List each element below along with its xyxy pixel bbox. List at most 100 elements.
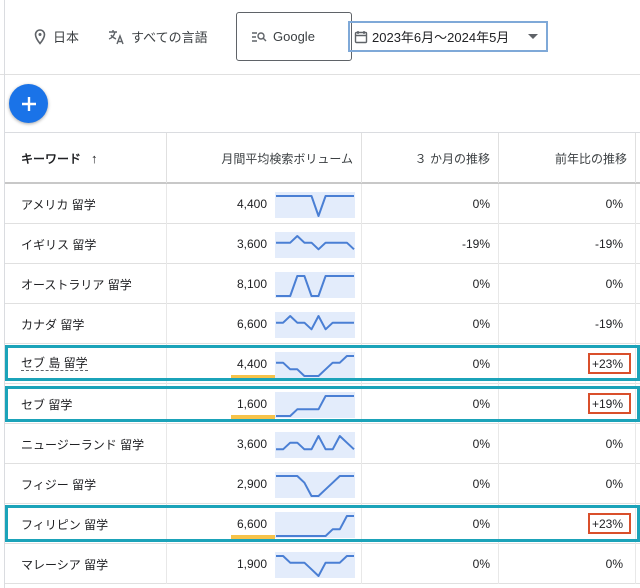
table-row[interactable]: カナダ 留学 6,600 0% -19%: [5, 304, 640, 344]
trend-sparkline: [275, 192, 355, 218]
yoy-value: -19%: [594, 317, 623, 331]
keyword-text: オーストラリア 留学: [21, 277, 132, 292]
keyword-cell[interactable]: カナダ 留学: [21, 304, 84, 344]
column-divider: [361, 184, 362, 224]
table-row[interactable]: イギリス 留学 3,600 -19% -19%: [5, 224, 640, 264]
three-month-cell: 0%: [472, 317, 490, 331]
keyword-cell[interactable]: アメリカ 留学: [21, 184, 96, 224]
column-divider: [361, 224, 362, 264]
column-divider: [361, 424, 362, 464]
column-divider: [635, 264, 636, 304]
keyword-text: アメリカ 留学: [21, 197, 96, 212]
column-divider: [498, 224, 499, 264]
highlight-box-philippines: [5, 505, 640, 542]
column-divider: [166, 184, 167, 224]
column-divider: [498, 133, 499, 183]
yoy-cell: -19%: [505, 224, 627, 264]
keyword-cell[interactable]: フィジー 留学: [21, 464, 96, 504]
column-divider: [361, 133, 362, 183]
yoy-value: 0%: [605, 557, 623, 571]
column-divider: [498, 184, 499, 224]
volume-cell: 8,100: [236, 277, 267, 291]
network-selector[interactable]: Google: [236, 12, 352, 61]
keyword-cell[interactable]: イギリス 留学: [21, 224, 96, 264]
sort-ascending-icon[interactable]: ↑: [91, 151, 98, 166]
three-month-cell: 0%: [472, 557, 490, 571]
sparkline-background: [275, 552, 355, 578]
location-filter[interactable]: 日本: [33, 27, 79, 46]
keyword-cell[interactable]: オーストラリア 留学: [21, 264, 132, 304]
table-row[interactable]: フィジー 留学 2,900 0% 0%: [5, 464, 640, 504]
column-divider: [498, 464, 499, 504]
yoy-cell: 0%: [505, 264, 627, 304]
table-row[interactable]: マレーシア 留学 1,900 0% 0%: [5, 544, 640, 584]
plus-icon: [21, 96, 36, 111]
keyword-cell[interactable]: ニュージーランド 留学: [21, 424, 144, 464]
location-label: 日本: [53, 30, 80, 45]
three-month-cell: -19%: [461, 237, 490, 251]
column-divider: [166, 544, 167, 584]
column-divider: [498, 304, 499, 344]
trend-sparkline: [275, 232, 355, 258]
column-divider: [635, 304, 636, 344]
column-divider: [166, 133, 167, 183]
language-filter[interactable]: すべての言語: [107, 27, 208, 46]
column-divider: [635, 133, 636, 183]
translate-icon: [108, 29, 124, 44]
volume-cell: 1,900: [236, 557, 267, 571]
keyword-text: イギリス 留学: [21, 237, 97, 252]
yoy-value: -19%: [594, 237, 623, 251]
volume-cell: 3,600: [236, 437, 267, 451]
column-divider: [166, 304, 167, 344]
three-month-cell: 0%: [472, 197, 490, 211]
column-divider: [635, 424, 636, 464]
column-divider: [166, 264, 167, 304]
yoy-highlight-box: [588, 353, 631, 374]
table-row[interactable]: アメリカ 留学 4,400 0% 0%: [5, 184, 640, 224]
yoy-cell: 0%: [505, 184, 627, 224]
search-network-icon: [252, 31, 267, 42]
keyword-column-header[interactable]: キーワード ↑: [21, 133, 98, 183]
column-divider: [361, 544, 362, 584]
yoy-highlight-box: [588, 393, 631, 414]
keyword-text: フィジー 留学: [21, 477, 97, 492]
trend-sparkline: [275, 472, 355, 498]
yoy-cell: -19%: [505, 304, 627, 344]
column-divider: [498, 264, 499, 304]
yoy-cell: 0%: [505, 424, 627, 464]
column-divider: [166, 224, 167, 264]
date-range-selector[interactable]: 2023年6月〜2024年5月: [348, 21, 548, 52]
language-label: すべての言語: [131, 30, 208, 45]
table-row[interactable]: オーストラリア 留学 8,100 0% 0%: [5, 264, 640, 304]
yoy-column-header[interactable]: 前年比の推移: [505, 133, 627, 183]
column-divider: [498, 544, 499, 584]
yoy-value: 0%: [605, 437, 623, 451]
volume-cell: 4,400: [236, 197, 267, 211]
column-divider: [498, 424, 499, 464]
column-divider: [361, 304, 362, 344]
yoy-value: 0%: [605, 477, 623, 491]
sparkline-background: [275, 312, 355, 338]
yoy-cell: 0%: [505, 464, 627, 504]
date-range-label: 2023年6月〜2024年5月: [372, 30, 510, 45]
volume-column-header[interactable]: 月間平均検索ボリューム: [175, 133, 353, 183]
three-month-column-header[interactable]: ３ か月の推移: [365, 133, 490, 183]
keyword-header-label: キーワード: [21, 151, 82, 166]
volume-cell: 6,600: [236, 317, 267, 331]
dropdown-caret-icon: [528, 34, 538, 39]
table-header: キーワード ↑ 月間平均検索ボリューム ３ か月の推移 前年比の推移: [5, 132, 640, 184]
toolbar: 日本 すべての言語 Google 2023年6月〜2024年5月: [0, 0, 640, 75]
add-keyword-button[interactable]: [9, 84, 48, 123]
three-month-cell: 0%: [472, 437, 490, 451]
keyword-text: マレーシア 留学: [21, 557, 109, 572]
column-divider: [166, 424, 167, 464]
keyword-text: カナダ 留学: [21, 317, 85, 332]
yoy-value: 0%: [605, 277, 623, 291]
keyword-cell[interactable]: マレーシア 留学: [21, 544, 108, 584]
column-divider: [635, 224, 636, 264]
table-row[interactable]: ニュージーランド 留学 3,600 0% 0%: [5, 424, 640, 464]
trend-sparkline: [275, 432, 355, 458]
location-pin-icon: [34, 28, 46, 45]
network-label: Google: [273, 29, 315, 44]
column-divider: [635, 464, 636, 504]
